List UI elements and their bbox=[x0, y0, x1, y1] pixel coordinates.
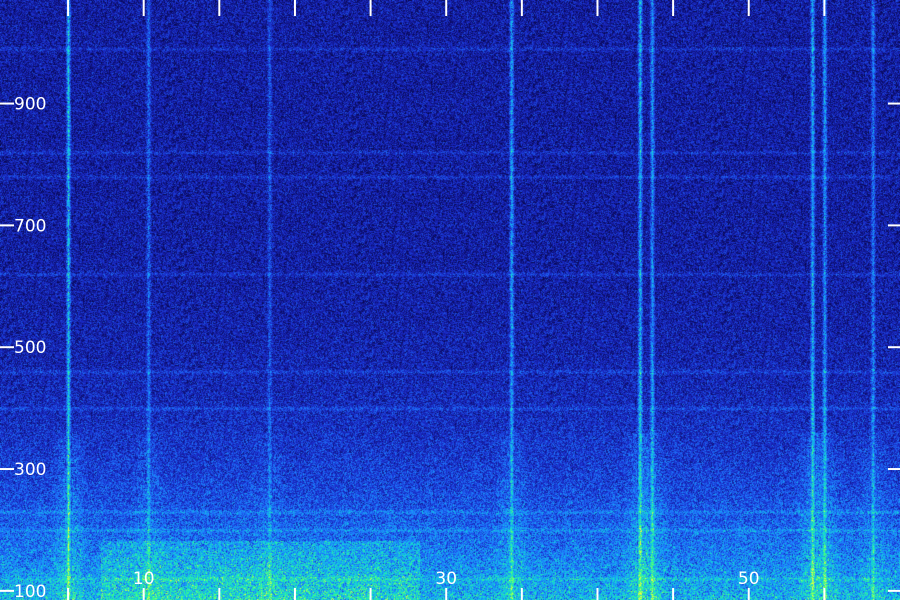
y-tick-label: 300 bbox=[14, 460, 46, 480]
y-tick-label: 100 bbox=[14, 582, 46, 600]
x-tick-label: 30 bbox=[435, 569, 457, 589]
y-tick-label: 700 bbox=[14, 216, 46, 236]
x-tick-label: 10 bbox=[133, 569, 155, 589]
y-tick-label: 900 bbox=[14, 95, 46, 115]
axis-overlay: 10 30 50 100 300 500 700 900 bbox=[0, 0, 900, 600]
x-tick-label: 50 bbox=[738, 569, 760, 589]
y-tick-label: 500 bbox=[14, 338, 46, 358]
